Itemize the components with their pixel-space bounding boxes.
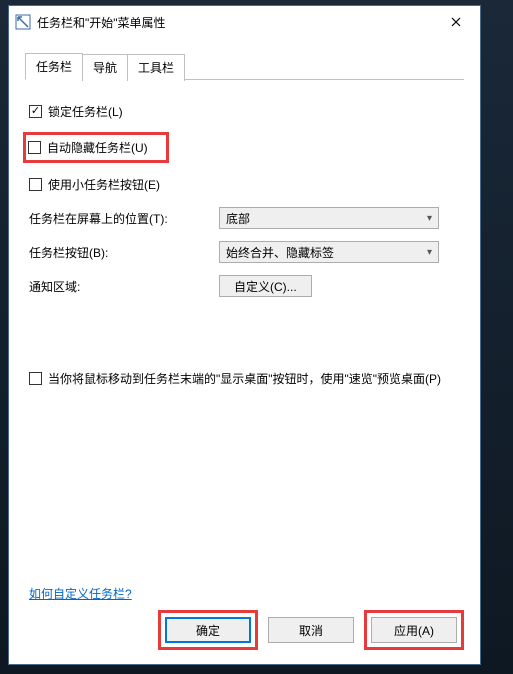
app-icon	[15, 14, 31, 30]
row-taskbar-location: 任务栏在屏幕上的位置(T): 底部 ▾	[29, 207, 460, 229]
highlight-autohide: 自动隐藏任务栏(U)	[23, 132, 169, 163]
row-peek: 当你将鼠标移动到任务栏末端的"显示桌面"按钮时，使用"速览"预览桌面(P)	[29, 367, 460, 389]
properties-dialog: 任务栏和"开始"菜单属性 任务栏 导航 工具栏 锁定任务栏(L) 自动隐藏任务栏…	[8, 5, 481, 665]
label-taskbar-buttons: 任务栏按钮(B):	[29, 244, 219, 261]
row-taskbar-buttons: 任务栏按钮(B): 始终合并、隐藏标签 ▾	[29, 241, 460, 263]
tab-taskbar[interactable]: 任务栏	[25, 53, 83, 80]
button-label: 自定义(C)...	[234, 278, 297, 295]
checkbox-lock-taskbar[interactable]	[29, 105, 42, 118]
label-notification-area: 通知区域:	[29, 278, 219, 295]
tab-label: 工具栏	[138, 61, 174, 75]
select-taskbar-location[interactable]: 底部 ▾	[219, 207, 439, 229]
button-label: 确定	[196, 622, 220, 639]
row-lock-taskbar: 锁定任务栏(L)	[29, 100, 460, 122]
label-taskbar-location: 任务栏在屏幕上的位置(T):	[29, 210, 219, 227]
tab-toolbars[interactable]: 工具栏	[127, 54, 185, 81]
label-small-buttons: 使用小任务栏按钮(E)	[48, 176, 160, 193]
dialog-content: 任务栏 导航 工具栏 锁定任务栏(L) 自动隐藏任务栏(U) 使用小任务栏按钮(…	[9, 38, 480, 664]
row-autohide: 自动隐藏任务栏(U)	[23, 132, 460, 163]
button-label: 应用(A)	[394, 622, 434, 639]
row-small-buttons: 使用小任务栏按钮(E)	[29, 173, 460, 195]
row-notification-area: 通知区域: 自定义(C)...	[29, 275, 460, 297]
dialog-button-bar: 确定 取消 应用(A)	[158, 610, 464, 650]
chevron-down-icon: ▾	[427, 247, 432, 258]
checkbox-autohide[interactable]	[28, 141, 41, 154]
button-customize-notify[interactable]: 自定义(C)...	[219, 275, 312, 297]
tab-label: 任务栏	[36, 60, 72, 74]
label-lock-taskbar: 锁定任务栏(L)	[48, 103, 123, 120]
window-title: 任务栏和"开始"菜单属性	[37, 14, 434, 31]
button-label: 取消	[299, 622, 323, 639]
checkbox-peek[interactable]	[29, 372, 42, 385]
checkbox-small-buttons[interactable]	[29, 178, 42, 191]
ok-button[interactable]: 确定	[165, 617, 251, 643]
select-value: 底部	[226, 210, 250, 227]
apply-button[interactable]: 应用(A)	[371, 617, 457, 643]
highlight-ok: 确定	[158, 610, 258, 650]
titlebar: 任务栏和"开始"菜单属性	[9, 6, 480, 38]
tab-page-taskbar: 锁定任务栏(L) 自动隐藏任务栏(U) 使用小任务栏按钮(E) 任务栏在屏幕上的…	[25, 80, 464, 403]
label-peek: 当你将鼠标移动到任务栏末端的"显示桌面"按钮时，使用"速览"预览桌面(P)	[48, 370, 441, 387]
link-customize-taskbar[interactable]: 如何自定义任务栏?	[29, 585, 132, 602]
select-taskbar-buttons[interactable]: 始终合并、隐藏标签 ▾	[219, 241, 439, 263]
select-value: 始终合并、隐藏标签	[226, 244, 334, 261]
tab-navigation[interactable]: 导航	[82, 54, 128, 81]
chevron-down-icon: ▾	[427, 213, 432, 224]
tabstrip: 任务栏 导航 工具栏	[25, 52, 464, 80]
tab-label: 导航	[93, 61, 117, 75]
cancel-button[interactable]: 取消	[268, 617, 354, 643]
label-autohide: 自动隐藏任务栏(U)	[47, 139, 148, 156]
highlight-apply: 应用(A)	[364, 610, 464, 650]
link-text: 如何自定义任务栏?	[29, 587, 132, 601]
close-button[interactable]	[434, 7, 478, 37]
